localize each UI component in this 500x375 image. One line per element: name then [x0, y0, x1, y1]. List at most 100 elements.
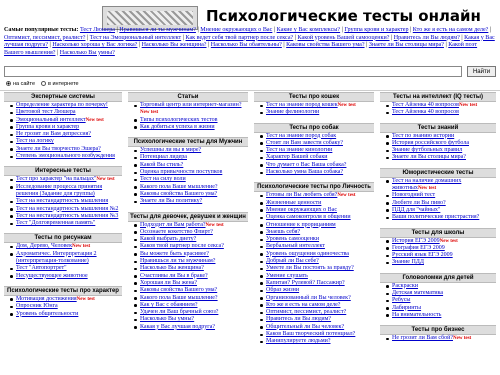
popular-link[interactable]: Кто же я есть на самом деле? — [413, 27, 489, 33]
test-link[interactable]: Каков твой партнер после секса? — [140, 243, 224, 249]
popular-link[interactable]: Тест на Эмоциональный интеллект — [90, 35, 181, 41]
test-link[interactable]: Мнение окружающих о Вас — [266, 207, 337, 213]
test-link[interactable]: Знание ПДД — [392, 259, 424, 265]
popular-link[interactable]: Тест Люшера — [80, 27, 115, 33]
test-link[interactable]: Определение характера по почерку! — [16, 102, 108, 108]
test-link[interactable]: Готовы ли Вы любить себя? — [266, 192, 337, 198]
test-link[interactable]: Отношение к прорицаниям — [266, 222, 336, 228]
test-link[interactable]: Какой выбрать диету? — [140, 236, 196, 242]
popular-link[interactable]: Оптимист, пессимист, реалист? — [4, 35, 85, 41]
popular-link[interactable]: Какой уровень Вашей самооценки? — [298, 35, 390, 41]
test-link[interactable]: Знаете ли Вы творчество Эшера? — [16, 146, 101, 152]
test-link[interactable]: История российского футбола — [392, 140, 469, 146]
test-link[interactable]: Как добиться успеха в жизни — [140, 124, 215, 130]
test-link[interactable]: Тест на нестандартность мышления №3 — [16, 213, 118, 219]
test-link[interactable]: Эмоциональный интеллект — [16, 117, 86, 123]
test-link[interactable]: Не грозит ли Вам депрессия? — [16, 131, 91, 137]
test-link[interactable]: Тест про характер "на пальцах" — [16, 176, 96, 182]
test-link[interactable]: Что думает о Вас Ваша собака? — [266, 162, 346, 168]
popular-link[interactable]: Какие у Вас комплексы? — [277, 27, 340, 33]
test-link[interactable]: Счастливы ли Вы в браке? — [140, 273, 208, 279]
test-link[interactable]: Нравишься ли ты мужчинам? — [140, 258, 215, 264]
test-link[interactable]: Мотивация достижения — [16, 296, 77, 302]
radio-site[interactable]: на сайте — [6, 81, 35, 87]
test-link[interactable]: Кто же я есть на самом деле? — [266, 302, 340, 308]
test-link[interactable]: Ахроматичес. Интерпретация 2 (интерпрета… — [16, 251, 97, 264]
search-input[interactable] — [4, 66, 462, 77]
test-link[interactable]: Удачен ли Ваш брачный союз? — [140, 309, 218, 315]
test-link[interactable]: Насколько Вы умны? — [140, 316, 194, 322]
test-link[interactable]: Тест на знание кинологии — [266, 147, 332, 153]
popular-link[interactable]: Насколько Вы умны? — [60, 50, 115, 56]
popular-link[interactable]: Насколько Вы обаятельны? — [211, 42, 282, 48]
test-link[interactable]: Дом, Дерево, Человек — [16, 243, 72, 249]
test-link[interactable]: Манипулируете людьми? — [266, 338, 331, 344]
test-link[interactable]: Тест на нестандартность мышления №2 — [16, 206, 118, 212]
test-link[interactable]: Насколько умна Ваша собака? — [266, 169, 343, 175]
test-link[interactable]: Знание футбольных правил — [392, 147, 462, 153]
test-link[interactable]: На внимательность — [392, 312, 441, 318]
test-link[interactable]: Торговый центр или интернет-магазин? — [140, 102, 242, 108]
test-link[interactable]: Вы можете быть красивее? — [140, 251, 209, 257]
popular-link[interactable]: Каковы свойства Вашего ума? — [286, 42, 364, 48]
popular-link[interactable]: Насколько хороша у Вас логика? — [52, 42, 137, 48]
test-link[interactable]: География ЕГЭ 2009 — [392, 245, 445, 251]
test-link[interactable]: Группа крови и характер — [16, 124, 79, 130]
test-link[interactable]: Тест по знанию истории — [392, 133, 454, 139]
test-link[interactable]: Осознаете кокетство Флирт? — [140, 229, 213, 235]
test-link[interactable]: Характер Вашей собаки — [266, 154, 327, 160]
test-link[interactable]: Капитан? Рулевой? Пассажир? — [266, 280, 345, 286]
test-link[interactable]: Тест на знание пород собак — [266, 133, 336, 139]
test-link[interactable]: Общительный ли Вы человек? — [266, 324, 344, 330]
test-link[interactable]: Вербальный интеллект — [266, 243, 325, 249]
test-link[interactable]: Какого пола Ваше мышление? — [140, 184, 218, 190]
test-link[interactable]: Уровень ощущения одиночества — [266, 251, 349, 257]
test-link[interactable]: Умеете ли Вы постоять за правду? — [266, 265, 354, 271]
test-link[interactable]: Опросник Юнга — [16, 303, 58, 309]
test-link[interactable]: Как у Вас с обаянием? — [140, 302, 198, 308]
test-link[interactable]: Ваши политические пристрастия? — [392, 214, 479, 220]
test-link[interactable]: Знаешь себя? — [266, 229, 300, 235]
test-link[interactable]: Тест "Автопортрет" — [16, 265, 67, 271]
test-link[interactable]: Несуществующее животное — [16, 273, 88, 279]
test-link[interactable]: Любите ли Вы пиво? — [392, 200, 446, 206]
test-link[interactable]: Знаете ли Вы политику? — [140, 198, 202, 204]
test-link[interactable]: Организованный ли Вы человек? — [266, 295, 351, 301]
test-link[interactable]: Русский язык ЕГЭ 2009 — [392, 252, 453, 258]
test-link[interactable]: Какого пола Ваше мышление? — [140, 295, 218, 301]
test-link[interactable]: Насколько Вы женщина? — [140, 265, 204, 271]
test-link[interactable]: Тест на силу воли — [140, 176, 186, 182]
test-link[interactable]: Оптимист, пессимист, реалист? — [266, 309, 346, 315]
test-link[interactable]: Тест Айзенка 40 вопросов — [392, 102, 459, 108]
test-link[interactable]: Детская математика — [392, 290, 443, 296]
test-link[interactable]: Уровень самооценки — [266, 236, 319, 242]
test-link[interactable]: Успешны ли вы в мире? — [140, 147, 201, 153]
test-link[interactable]: Тест "Долговременная память" — [16, 220, 95, 226]
test-link[interactable]: Не грозит ли Вам сбой? — [392, 335, 453, 341]
test-link[interactable]: Исследование процесса принятия решения (… — [16, 184, 102, 197]
popular-link[interactable]: Как ведет себя твой партнер после секса? — [185, 35, 293, 41]
test-link[interactable]: Какой Вы стиль? — [140, 162, 183, 168]
test-link[interactable]: Новогодний тест — [392, 192, 435, 198]
test-link[interactable]: Лабиринты — [392, 305, 421, 311]
popular-link[interactable]: Знаете ли Вы столицы мира? — [369, 42, 444, 48]
test-link[interactable]: Какая у Вас лучшая подруга? — [140, 324, 215, 330]
popular-link[interactable]: Группа крови и характер — [344, 27, 408, 33]
test-link[interactable]: ПДД для "чайных" — [392, 207, 440, 213]
test-link[interactable]: Ребусы — [392, 297, 410, 303]
test-link[interactable]: Знание фелинологии — [266, 109, 319, 115]
test-link[interactable]: Стоит ли Вам завести собаку? — [266, 140, 343, 146]
test-link[interactable]: Степень эмоционального возбуждения — [16, 153, 115, 159]
test-link[interactable]: Потенциал лидера — [140, 154, 187, 160]
test-link[interactable]: Тест на нестандартность мышления — [16, 198, 108, 204]
test-link[interactable]: Каков Ваш творческий потенциал? — [266, 331, 355, 337]
test-link[interactable]: Умение слушать — [266, 273, 308, 279]
popular-link[interactable]: Насколько Вы женщина? — [142, 42, 207, 48]
test-link[interactable]: Образ жизни — [266, 287, 299, 293]
popular-link[interactable]: Нравишься ли ты мужчинам? — [119, 27, 196, 33]
test-link[interactable]: Хорошая ли Вы жена? — [140, 280, 197, 286]
radio-web[interactable]: в интернете — [41, 81, 79, 87]
test-link[interactable]: Тест Айзенка 40 вопросов — [392, 109, 459, 115]
test-link[interactable]: Уровень общительности — [16, 311, 78, 317]
test-link[interactable]: Знаете ли Вы столицы мира? — [392, 154, 466, 160]
